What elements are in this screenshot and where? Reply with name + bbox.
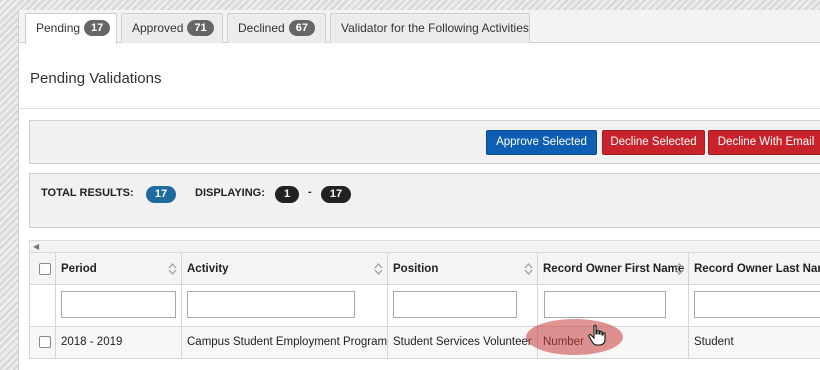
tab-declined[interactable]: Declined 67: [227, 13, 326, 43]
tab-declined-label: Declined: [238, 21, 285, 35]
cell-period: 2018 - 2019: [56, 327, 182, 358]
tab-declined-count: 67: [288, 20, 315, 36]
column-header-label: Period: [61, 263, 97, 275]
filter-input-owner-last-name[interactable]: [694, 291, 820, 318]
background-hatch-left: [0, 0, 18, 370]
tab-approved-label: Approved: [132, 21, 184, 35]
filter-cell-period: [56, 285, 182, 326]
filter-cell-activity: [182, 285, 388, 326]
page-title: Pending Validations: [30, 70, 162, 87]
column-header-owner-last-name[interactable]: Record Owner Last Name: [689, 253, 820, 284]
results-summary: TOTAL RESULTS: 17 DISPLAYING: 1 - 17: [29, 173, 820, 228]
tab-approved-count: 71: [187, 20, 214, 36]
tab-pending-count: 17: [84, 20, 111, 36]
column-header-label: Activity: [187, 263, 229, 275]
column-header-activity[interactable]: Activity: [182, 253, 388, 284]
click-highlight: [526, 319, 623, 355]
table-row[interactable]: 2018 - 2019 Campus Student Employment Pr…: [29, 327, 820, 359]
sort-icon[interactable]: [524, 263, 533, 275]
filter-cell-position: [388, 285, 538, 326]
column-header-position[interactable]: Position: [388, 253, 538, 284]
tab-bar: Pending 17 Approved 71 Declined 67 Validato…: [19, 10, 820, 44]
tab-pending-label: Pending: [36, 21, 81, 35]
row-select-cell: [30, 327, 56, 358]
total-results-count: 17: [146, 186, 176, 203]
decline-with-email-button[interactable]: Decline With Email: [708, 130, 820, 155]
column-header-label: Position: [393, 263, 439, 275]
sort-icon[interactable]: [675, 263, 684, 275]
tab-pending[interactable]: Pending 17: [25, 13, 117, 44]
select-all-cell: [30, 253, 56, 284]
displaying-to: 17: [321, 186, 351, 203]
tab-approved[interactable]: Approved 71: [121, 13, 223, 43]
cell-activity: Campus Student Employment Program: [182, 327, 388, 358]
action-toolbar: Approve Selected Decline Selected Declin…: [29, 120, 820, 164]
approve-selected-button[interactable]: Approve Selected: [486, 130, 597, 155]
decline-selected-button[interactable]: Decline Selected: [602, 130, 705, 155]
column-header-owner-first-name[interactable]: Record Owner First Name: [538, 253, 689, 284]
filter-input-position[interactable]: [393, 291, 517, 318]
column-header-label: Record Owner First Name: [543, 263, 685, 275]
tab-validator-label: Validator for the Following Activities: [341, 21, 529, 35]
filter-input-activity[interactable]: [187, 291, 355, 318]
table-filter-row: [29, 285, 820, 327]
displaying-separator: -: [308, 186, 312, 198]
sort-icon[interactable]: [374, 263, 383, 275]
sort-icon[interactable]: [168, 263, 177, 275]
tab-validator-activities[interactable]: Validator for the Following Activities: [330, 13, 530, 43]
validations-panel: Pending 17 Approved 71 Declined 67 Validato…: [18, 10, 820, 370]
scroll-left-icon[interactable]: ◀: [33, 242, 39, 251]
select-all-checkbox[interactable]: [39, 263, 51, 275]
column-header-period[interactable]: Period: [56, 253, 182, 284]
displaying-label: DISPLAYING:: [195, 187, 265, 199]
title-divider: [19, 108, 820, 109]
total-results-label: TOTAL RESULTS:: [41, 187, 134, 199]
filter-input-owner-first-name[interactable]: [544, 291, 666, 318]
cell-position: Student Services Volunteer: [388, 327, 538, 358]
displaying-from: 1: [275, 186, 299, 203]
filter-input-period[interactable]: [61, 291, 176, 318]
hand-cursor-icon: [588, 324, 606, 346]
filter-spacer: [30, 285, 56, 326]
cell-owner-last-name: Student: [694, 336, 734, 348]
column-header-label: Record Owner Last Name: [694, 263, 820, 275]
background-hatch-top: [0, 0, 820, 10]
horizontal-scrollbar[interactable]: ◀: [29, 240, 820, 252]
filter-cell-owner-last-name: [689, 285, 820, 326]
table-header-row: Period Activity Position Record Owner Fi…: [29, 252, 820, 285]
row-checkbox[interactable]: [39, 336, 51, 348]
